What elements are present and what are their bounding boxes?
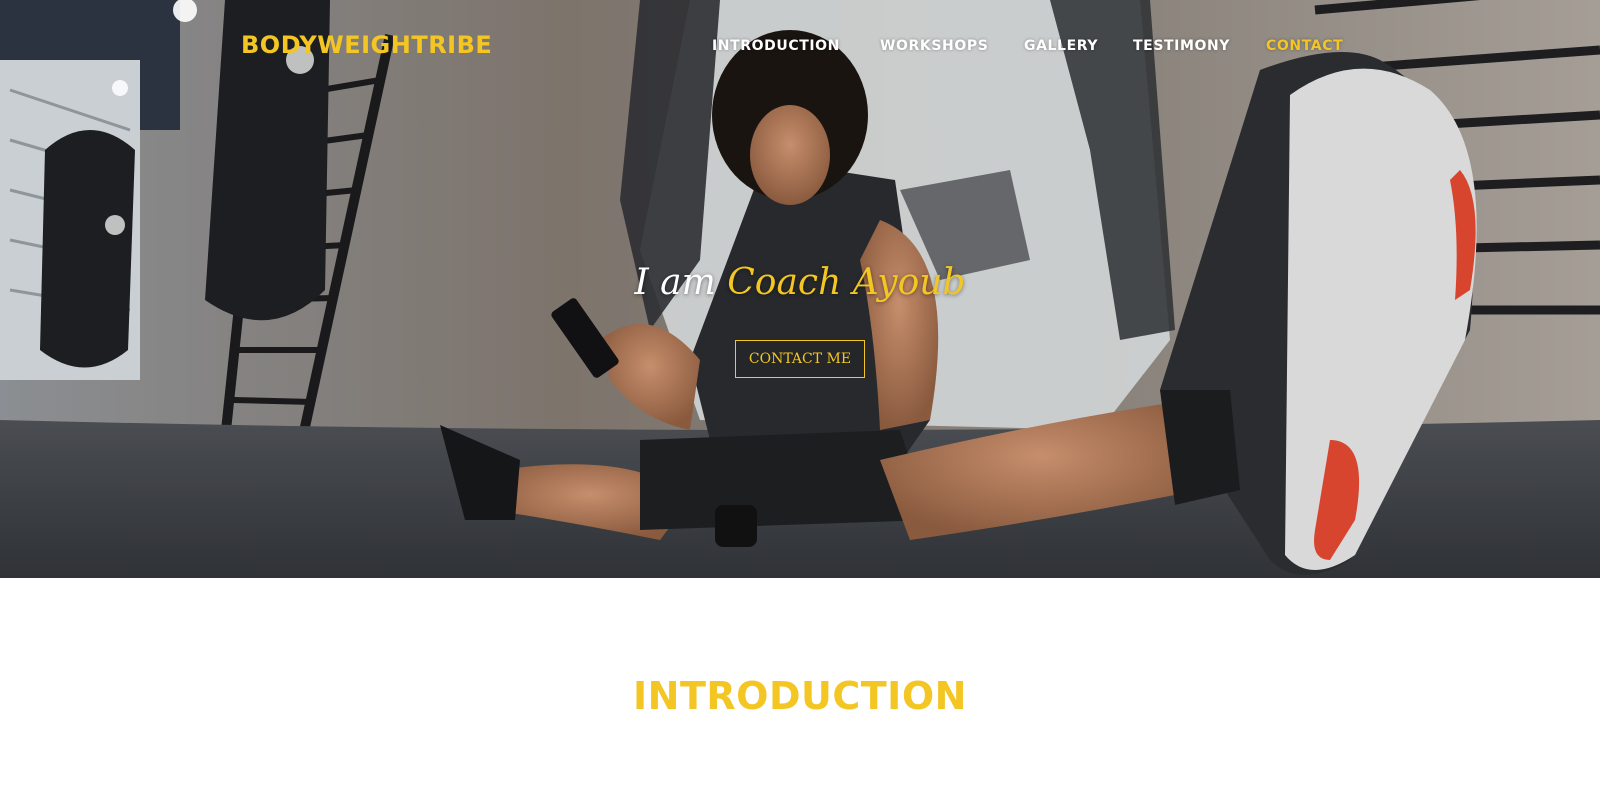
hero-title: I am Coach Ayoub <box>0 262 1600 303</box>
nav-links: INTRODUCTION WORKSHOPS GALLERY TESTIMONY… <box>0 38 1600 58</box>
hero-title-name: Coach Ayoub <box>727 262 966 303</box>
nav-contact[interactable]: CONTACT <box>1266 38 1343 54</box>
nav-introduction[interactable]: INTRODUCTION <box>712 38 840 54</box>
nav-gallery[interactable]: GALLERY <box>1024 38 1098 54</box>
introduction-section: INTRODUCTION <box>0 578 1600 789</box>
contact-me-button[interactable]: CONTACT ME <box>735 340 865 378</box>
introduction-heading: INTRODUCTION <box>633 674 967 718</box>
hero-section: BODYWEIGHTRIBE INTRODUCTION WORKSHOPS GA… <box>0 0 1600 578</box>
nav-testimony[interactable]: TESTIMONY <box>1133 38 1230 54</box>
top-navbar: BODYWEIGHTRIBE INTRODUCTION WORKSHOPS GA… <box>0 0 1600 94</box>
nav-workshops[interactable]: WORKSHOPS <box>880 38 988 54</box>
hero-title-prefix: I am <box>634 262 716 303</box>
